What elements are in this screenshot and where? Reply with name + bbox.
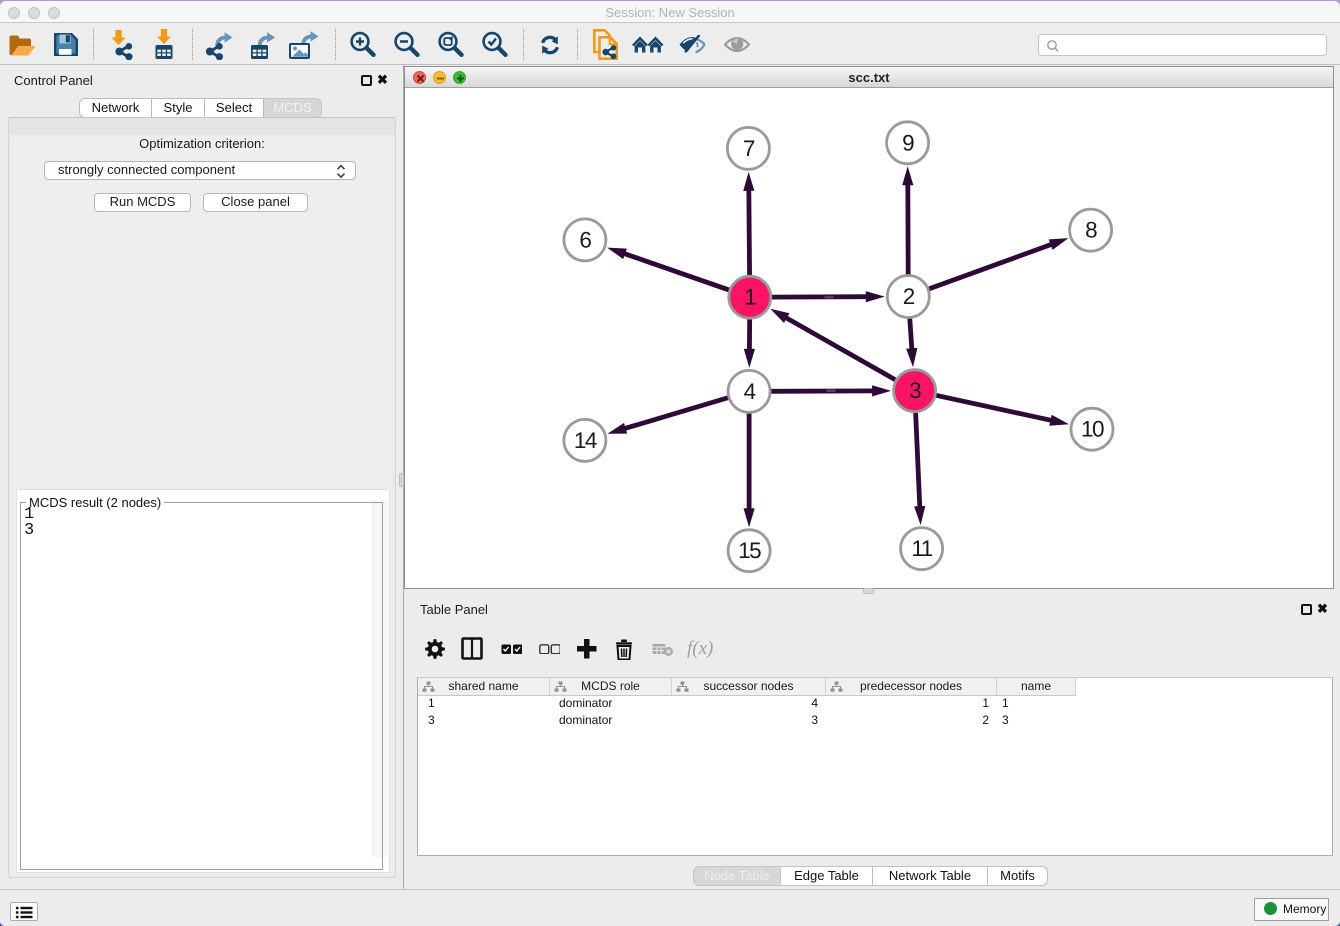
svg-text:1: 1 [744, 285, 756, 310]
svg-text:3: 3 [909, 378, 921, 403]
svg-text:2: 2 [903, 284, 915, 309]
svg-text:9: 9 [902, 130, 914, 155]
svg-text:8: 8 [1085, 218, 1097, 243]
svg-text:7: 7 [743, 136, 755, 161]
svg-text:10: 10 [1081, 417, 1104, 442]
svg-text:14: 14 [574, 428, 597, 453]
svg-text:6: 6 [579, 227, 591, 252]
svg-text:15: 15 [738, 538, 761, 563]
svg-text:11: 11 [911, 536, 932, 561]
svg-text:4: 4 [744, 379, 756, 404]
